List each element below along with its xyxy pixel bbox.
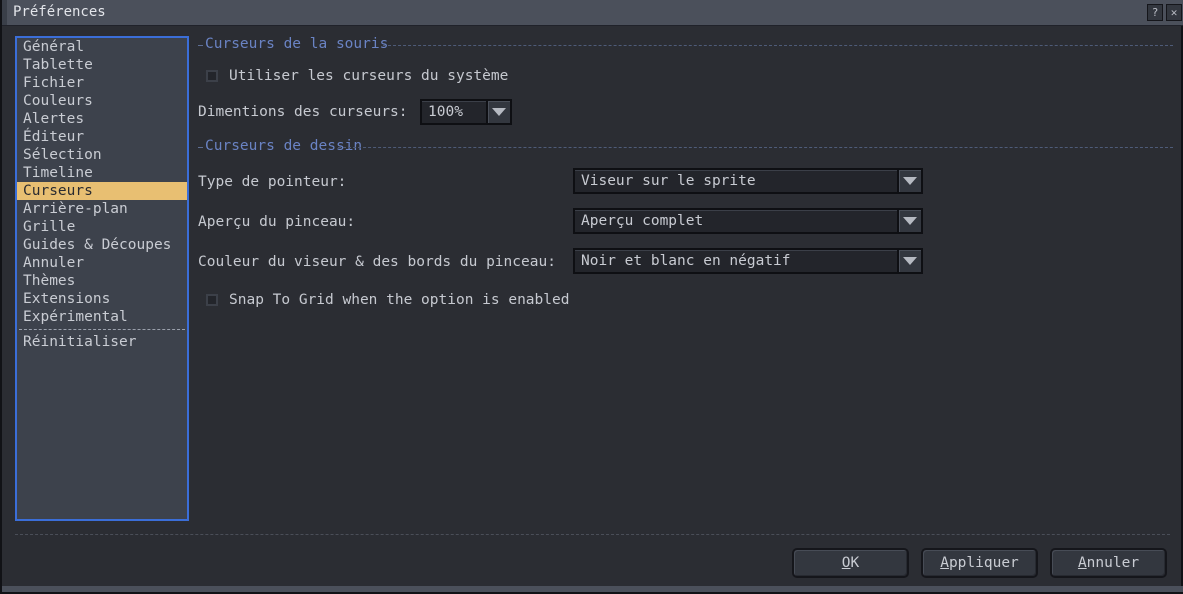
pointer-type-value[interactable]: Viseur sur le sprite (573, 168, 897, 194)
brush-preview-value[interactable]: Aperçu complet (573, 208, 897, 234)
chevron-down-icon[interactable] (897, 248, 923, 274)
group-rule-left (198, 45, 203, 46)
use-system-cursors-label: Utiliser les curseurs du système (229, 68, 509, 84)
sidebar-item-themes[interactable]: Thèmes (17, 272, 187, 290)
apply-button-label: ppliquer (948, 555, 1019, 571)
snap-to-grid-row[interactable]: Snap To Grid when the option is enabled (206, 292, 569, 308)
brush-preview-combobox[interactable]: Aperçu complet (573, 208, 923, 234)
cursor-size-combobox[interactable]: 100% (420, 99, 512, 125)
chevron-down-icon[interactable] (897, 168, 923, 194)
sidebar-item-tablette[interactable]: Tablette (17, 56, 187, 74)
cursor-size-value[interactable]: 100% (420, 99, 486, 125)
snap-to-grid-label: Snap To Grid when the option is enabled (229, 292, 570, 308)
snap-to-grid-checkbox[interactable] (206, 294, 218, 306)
preferences-panel-cursors: Curseurs de la souris Utiliser les curse… (198, 30, 1173, 525)
sidebar-divider (19, 329, 185, 330)
pointer-type-combobox[interactable]: Viseur sur le sprite (573, 168, 923, 194)
group-rule-right (338, 147, 1173, 148)
preferences-dialog: Préférences ? ✕ Général Tablette Fichier… (0, 0, 1183, 594)
chevron-down-icon[interactable] (486, 99, 512, 125)
group-header-drawing-cursors: Curseurs de dessin (198, 138, 1173, 156)
pointer-type-label: Type de pointeur: (198, 174, 347, 190)
crosshair-color-combobox[interactable]: Noir et blanc en négatif (573, 248, 923, 274)
sidebar-item-experimental[interactable]: Expérimental (17, 308, 187, 326)
help-icon[interactable]: ? (1147, 4, 1163, 21)
window-titlebar[interactable]: Préférences ? ✕ (2, 0, 1183, 26)
window-title: Préférences (13, 4, 106, 20)
close-icon[interactable]: ✕ (1166, 4, 1182, 21)
sidebar-item-annuler[interactable]: Annuler (17, 254, 187, 272)
sidebar-item-editeur[interactable]: Éditeur (17, 128, 187, 146)
sidebar-item-guides-decoupes[interactable]: Guides & Découpes (17, 236, 187, 254)
cancel-button-accel: A (1077, 555, 1087, 571)
sidebar-item-arriere-plan[interactable]: Arrière-plan (17, 200, 187, 218)
sidebar-item-fichier[interactable]: Fichier (17, 74, 187, 92)
apply-button-accel: A (940, 555, 949, 571)
sidebar-item-general[interactable]: Général (17, 38, 187, 56)
titlebar-grip (2, 0, 7, 25)
sidebar-item-reinitialiser[interactable]: Réinitialiser (17, 333, 187, 351)
apply-button[interactable]: Appliquer (921, 548, 1038, 578)
group-rule-left (198, 147, 203, 148)
sidebar-item-alertes[interactable]: Alertes (17, 110, 187, 128)
sidebar-item-grille[interactable]: Grille (17, 218, 187, 236)
group-title-mouse-cursors: Curseurs de la souris (205, 36, 389, 52)
use-system-cursors-checkbox[interactable] (206, 70, 218, 82)
group-rule-right (383, 45, 1173, 46)
dialog-button-bar: OK Appliquer Annuler (792, 548, 1167, 578)
group-header-mouse-cursors: Curseurs de la souris (198, 36, 1173, 54)
chevron-down-icon[interactable] (897, 208, 923, 234)
footer-divider (15, 534, 1170, 535)
sidebar-item-extensions[interactable]: Extensions (17, 290, 187, 308)
ok-button-label: K (850, 555, 860, 571)
cancel-button[interactable]: Annuler (1050, 548, 1167, 578)
preferences-category-list[interactable]: Général Tablette Fichier Couleurs Alerte… (15, 36, 189, 521)
sidebar-item-selection[interactable]: Sélection (17, 146, 187, 164)
group-title-drawing-cursors: Curseurs de dessin (205, 138, 363, 154)
crosshair-color-value[interactable]: Noir et blanc en négatif (573, 248, 897, 274)
ok-button-accel: O (841, 555, 851, 571)
ok-button[interactable]: OK (792, 548, 909, 578)
window-bottom-edge (2, 586, 1183, 592)
cancel-button-label: nnuler (1086, 555, 1140, 571)
use-system-cursors-row[interactable]: Utiliser les curseurs du système (206, 68, 508, 84)
brush-preview-label: Aperçu du pinceau: (198, 214, 356, 230)
sidebar-item-curseurs[interactable]: Curseurs (17, 182, 187, 200)
sidebar-item-couleurs[interactable]: Couleurs (17, 92, 187, 110)
sidebar-item-timeline[interactable]: Timeline (17, 164, 187, 182)
cursor-size-label: Dimentions des curseurs: (198, 104, 408, 120)
crosshair-color-label: Couleur du viseur & des bords du pinceau… (198, 254, 556, 270)
